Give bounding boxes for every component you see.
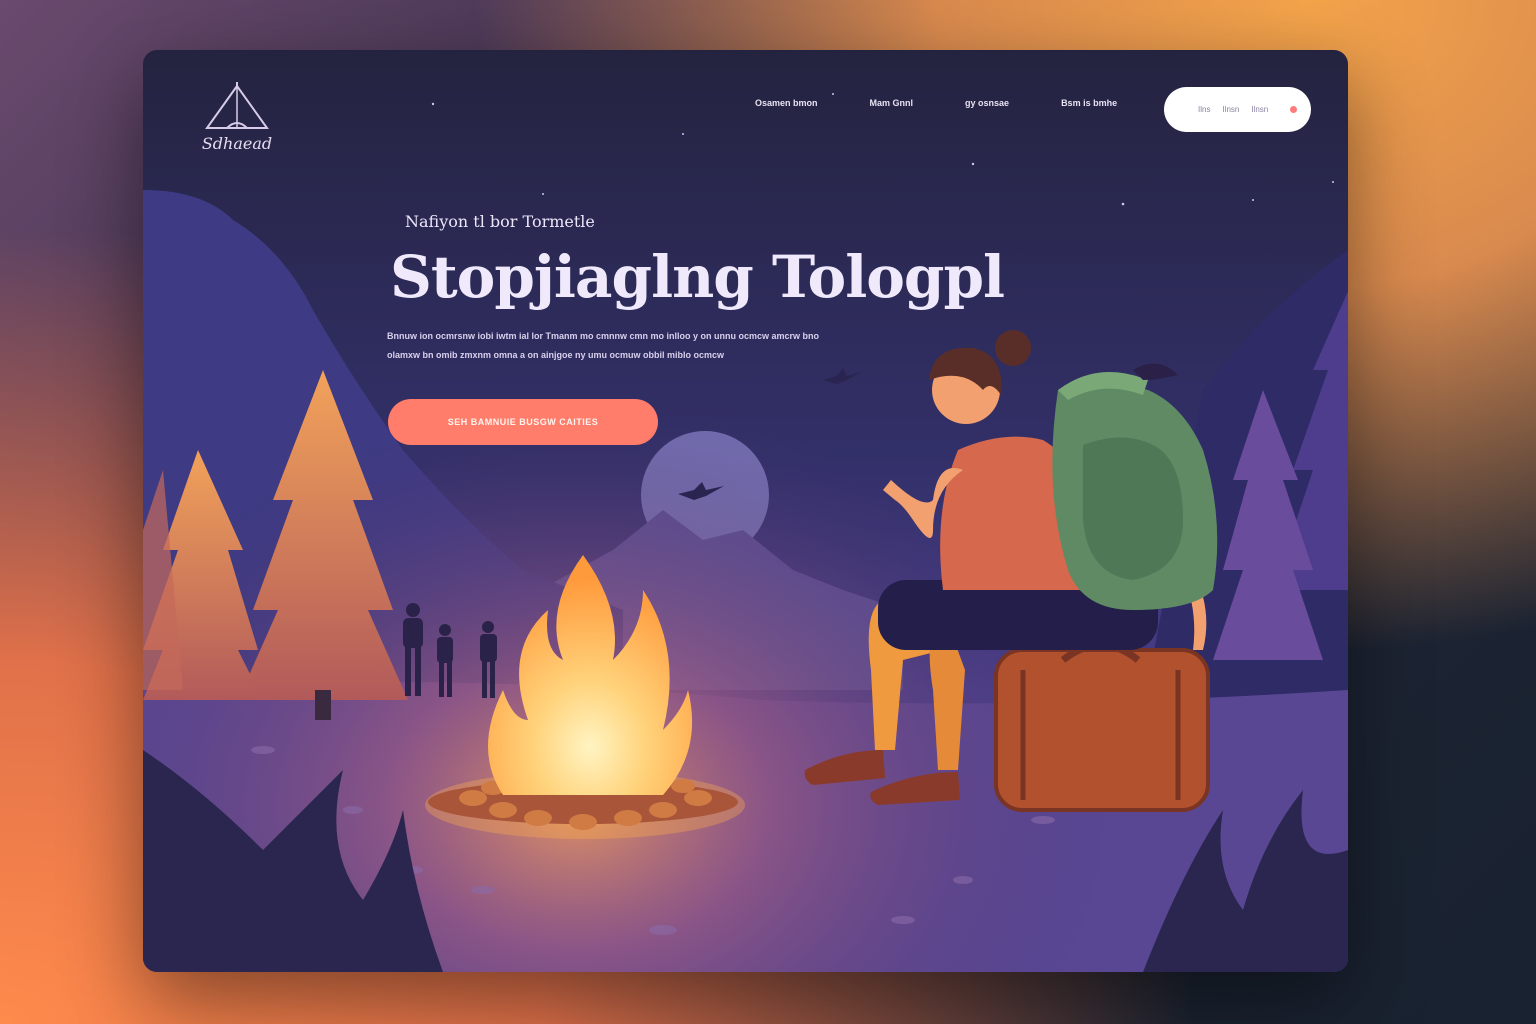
hero-eyebrow: Nafiyon tl bor Tormetle — [405, 212, 595, 231]
hero-description: Bnnuw ion ocmrsnw iobi iwtm ial lor Tman… — [387, 331, 820, 360]
cta-button[interactable]: SEH BAMNUIE BUSGW CAITIES — [388, 399, 658, 445]
brand-name: Sdhaead — [201, 134, 273, 153]
pill-item-1[interactable]: Ilns — [1198, 105, 1210, 114]
nav-item-1[interactable]: Osamen bmon — [755, 98, 818, 108]
nav-item-2[interactable]: Mam Gnnl — [870, 98, 914, 108]
hero-title: Stopjiagln‌g Tologpl — [390, 243, 1005, 311]
pill-item-3[interactable]: Ilnsn — [1251, 105, 1268, 114]
tent-icon — [205, 82, 269, 129]
nav-item-3[interactable]: gy osnsae — [965, 98, 1009, 108]
pill-item-2[interactable]: Ilnsn — [1222, 105, 1239, 114]
landing-page-frame: Sdhaead Osamen bmon Mam Gnnl gy osnsae B… — [143, 50, 1348, 972]
main-nav: Osamen bmon Mam Gnnl gy osnsae Bsm is bm… — [755, 98, 1117, 108]
brand-logo[interactable]: Sdhaead — [187, 80, 287, 160]
account-pill[interactable]: Ilns Ilnsn Ilnsn — [1164, 87, 1311, 132]
notification-dot-icon — [1290, 106, 1298, 113]
campfire-illustration — [143, 50, 1348, 972]
nav-item-4[interactable]: Bsm is bmhe — [1061, 98, 1117, 108]
